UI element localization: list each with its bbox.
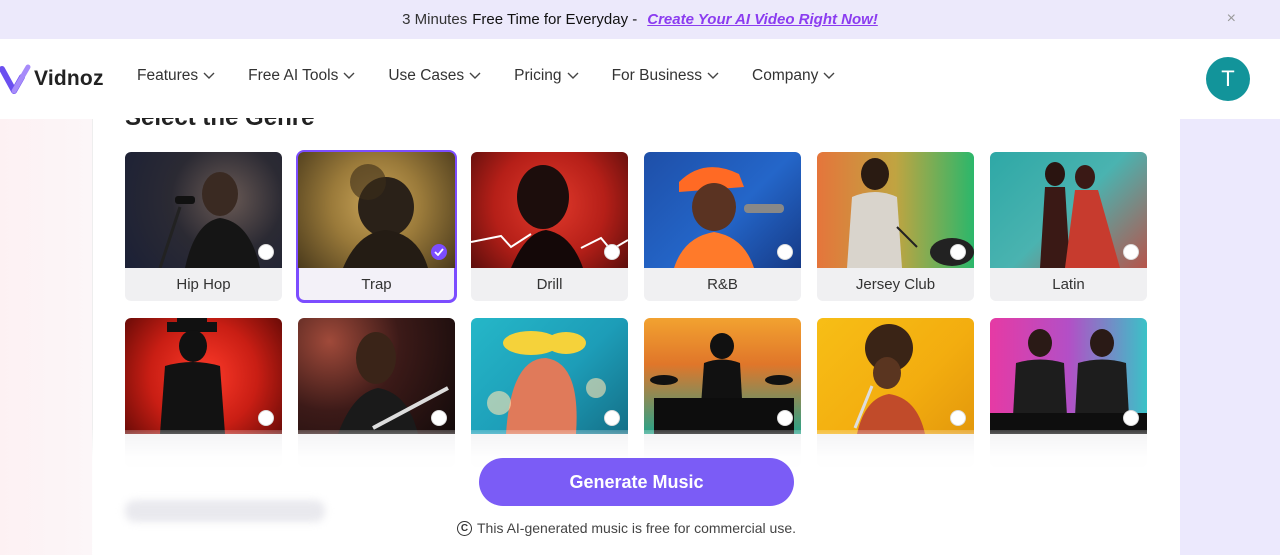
menu-item-company[interactable]: Company — [752, 67, 835, 85]
genre-label: Trap — [361, 276, 392, 293]
menu-label: Company — [752, 67, 819, 84]
blurred-section-heading — [125, 500, 325, 522]
genre-label: R&B — [707, 276, 738, 293]
page-right-background — [1180, 119, 1280, 555]
menu-item-features[interactable]: Features — [137, 67, 215, 85]
logo[interactable]: Vidnoz — [0, 61, 104, 97]
genre-label: Jersey Club — [855, 276, 936, 293]
radio-button[interactable] — [604, 410, 620, 426]
check-icon[interactable] — [431, 244, 447, 260]
genre-label: Drill — [536, 276, 563, 293]
menu-label: Free AI Tools — [248, 67, 339, 84]
radio-button[interactable] — [258, 410, 274, 426]
chevron-down-icon — [469, 72, 481, 79]
genre-tile-latin[interactable]: Latin — [990, 152, 1147, 301]
genre-tile-trap[interactable]: Trap — [296, 150, 457, 303]
banner-link[interactable]: Create Your AI Video Right Now! — [647, 11, 878, 28]
menu-item-use-cases[interactable]: Use Cases — [388, 67, 481, 85]
genre-tile-hip-hop[interactable]: Hip Hop — [125, 152, 282, 301]
page-left-background — [0, 119, 92, 555]
genre-tile-jersey-club[interactable]: Jersey Club — [817, 152, 974, 301]
menu-label: For Business — [611, 67, 703, 84]
commercial-use-note: C This AI-generated music is free for co… — [457, 520, 796, 536]
banner-prefix: 3 Minutes — [402, 11, 468, 28]
radio-button[interactable] — [1123, 410, 1139, 426]
logo-text: Vidnoz — [34, 67, 104, 90]
chevron-down-icon — [567, 72, 579, 79]
banner-highlight: Free Time for Everyday - — [472, 11, 638, 28]
top-nav: Vidnoz Features Free AI Tools Use Cases … — [0, 39, 1280, 119]
genre-label: Hip Hop — [176, 276, 231, 293]
menu-item-for-business[interactable]: For Business — [612, 67, 719, 85]
radio-button[interactable] — [431, 410, 447, 426]
promo-banner: 3 Minutes Free Time for Everyday - Creat… — [0, 0, 1280, 39]
radio-button[interactable] — [950, 410, 966, 426]
genre-tile-rnb[interactable]: R&B — [644, 152, 801, 301]
radio-button[interactable] — [777, 244, 793, 260]
logo-icon — [0, 64, 31, 94]
generate-music-button[interactable]: Generate Music — [479, 458, 794, 506]
main-menu: Features Free AI Tools Use Cases Pricing… — [137, 67, 868, 85]
radio-button[interactable] — [604, 244, 620, 260]
avatar[interactable]: T — [1206, 57, 1250, 101]
chevron-down-icon — [823, 72, 835, 79]
chevron-down-icon — [343, 72, 355, 79]
menu-item-free-ai-tools[interactable]: Free AI Tools — [248, 67, 355, 85]
note-text: This AI-generated music is free for comm… — [477, 520, 797, 536]
radio-button[interactable] — [950, 244, 966, 260]
radio-button[interactable] — [258, 244, 274, 260]
menu-label: Features — [137, 67, 199, 84]
chevron-down-icon — [203, 72, 215, 79]
menu-label: Use Cases — [388, 67, 465, 84]
menu-item-pricing[interactable]: Pricing — [514, 67, 579, 85]
chevron-down-icon — [707, 72, 719, 79]
menu-label: Pricing — [514, 67, 562, 84]
copyright-icon: C — [457, 520, 472, 536]
close-icon[interactable]: × — [1227, 10, 1236, 28]
genre-label: Latin — [1052, 276, 1085, 293]
radio-button[interactable] — [777, 410, 793, 426]
radio-button[interactable] — [1123, 244, 1139, 260]
genre-tile-drill[interactable]: Drill — [471, 152, 628, 301]
